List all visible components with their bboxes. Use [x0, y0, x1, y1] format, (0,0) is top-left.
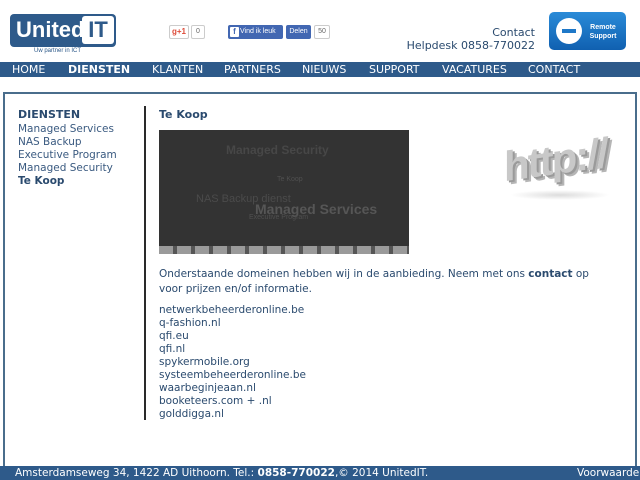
sidebar-item-nas-backup[interactable]: NAS Backup [18, 136, 143, 149]
remote-support-button[interactable]: Remote Support [549, 12, 626, 50]
logo-tagline: Uw partner in ICT [34, 48, 82, 54]
sidebar-item-executive-program[interactable]: Executive Program [18, 149, 143, 162]
http-illustration-shadow [510, 190, 610, 200]
slider-thumbnail-strip[interactable] [159, 246, 409, 254]
header-contact-link[interactable]: Contact [492, 26, 535, 39]
http-illustration-text: http:// [504, 128, 607, 191]
facebook-icon: f [230, 27, 239, 37]
slider-text-te-koop: Te Koop [277, 176, 303, 183]
google-plus-widget: g+1 0 [169, 25, 205, 39]
footer-voorwaarden-link[interactable]: Voorwaarden [577, 466, 640, 480]
footer: Amsterdamseweg 34, 1422 AD Uithoorn. Tel… [0, 466, 640, 480]
logo-it-text: IT [82, 16, 114, 44]
nav-item-support[interactable]: SUPPORT [369, 62, 420, 77]
list-item: golddigga.nl [159, 408, 224, 420]
teamviewer-icon [556, 18, 582, 44]
footer-address-text: Amsterdamseweg 34, 1422 AD Uithoorn. Tel… [15, 467, 258, 479]
slider-text-managed-security: Managed Security [226, 143, 329, 157]
column-divider [144, 106, 146, 420]
list-item: q-fashion.nl [159, 317, 221, 329]
list-item: qfi.eu [159, 330, 189, 342]
list-item: booketeers.com + .nl [159, 395, 272, 407]
remote-support-label: Remote Support [589, 24, 617, 40]
nav-item-diensten[interactable]: DIENSTEN [68, 62, 130, 77]
intro-paragraph: Onderstaande domeinen hebben wij in de a… [159, 267, 609, 297]
http-illustration: http:// [500, 120, 618, 210]
list-item: qfi.nl [159, 343, 186, 355]
sidebar-item-managed-services[interactable]: Managed Services [18, 123, 143, 136]
logo-brand-text: United [16, 17, 85, 42]
slider-text-executive-program: Executive Program [249, 214, 309, 221]
footer-address: Amsterdamseweg 34, 1422 AD Uithoorn. Tel… [15, 466, 428, 480]
nav-item-nieuws[interactable]: NIEUWS [302, 62, 346, 77]
list-item: netwerkbeheerderonline.be [159, 304, 305, 316]
image-slider[interactable]: Managed Security Te Koop NAS Backup dien… [159, 130, 409, 254]
intro-contact-link[interactable]: contact [528, 268, 572, 280]
footer-copyright: ,© 2014 UnitedIT. [334, 467, 429, 479]
helpdesk-phone[interactable]: Helpdesk 0858-770022 [407, 39, 535, 52]
list-item: systeembeheerderonline.be [159, 369, 306, 381]
nav-item-vacatures[interactable]: VACATURES [442, 62, 507, 77]
sidebar: DIENSTEN Managed Services NAS Backup Exe… [18, 108, 143, 188]
domain-list: netwerkbeheerderonline.be q-fashion.nl q… [159, 304, 459, 421]
google-plus-count: 0 [191, 25, 205, 39]
sidebar-item-managed-security[interactable]: Managed Security [18, 162, 143, 175]
nav-item-partners[interactable]: PARTNERS [224, 62, 281, 77]
sidebar-title: DIENSTEN [18, 108, 81, 121]
facebook-count: 50 [314, 25, 330, 39]
footer-phone: 0858-770022 [257, 467, 335, 479]
nav-item-contact[interactable]: CONTACT [528, 62, 580, 77]
sidebar-item-te-koop[interactable]: Te Koop [18, 175, 143, 188]
google-plus-button[interactable]: g+1 [169, 25, 189, 39]
facebook-share-button[interactable]: Delen [286, 25, 311, 39]
facebook-widget: f Vind ik leuk Delen 50 [228, 25, 330, 39]
nav-item-klanten[interactable]: KLANTEN [152, 62, 203, 77]
header: United IT Uw partner in ICT g+1 0 f Vind… [0, 0, 640, 62]
list-item: waarbeginjeaan.nl [159, 382, 256, 394]
facebook-like-button[interactable]: f Vind ik leuk [228, 25, 283, 39]
google-plus-label: +1 [176, 27, 186, 36]
united-it-logo[interactable]: United IT Uw partner in ICT [10, 14, 118, 58]
intro-text-before: Onderstaande domeinen hebben wij in de a… [159, 268, 529, 280]
nav-item-home[interactable]: HOME [12, 62, 45, 77]
main-nav: HOME DIENSTEN KLANTEN PARTNERS NIEUWS SU… [0, 62, 640, 77]
list-item: spykermobile.org [159, 356, 250, 368]
facebook-like-label: Vind ik leuk [240, 28, 276, 35]
